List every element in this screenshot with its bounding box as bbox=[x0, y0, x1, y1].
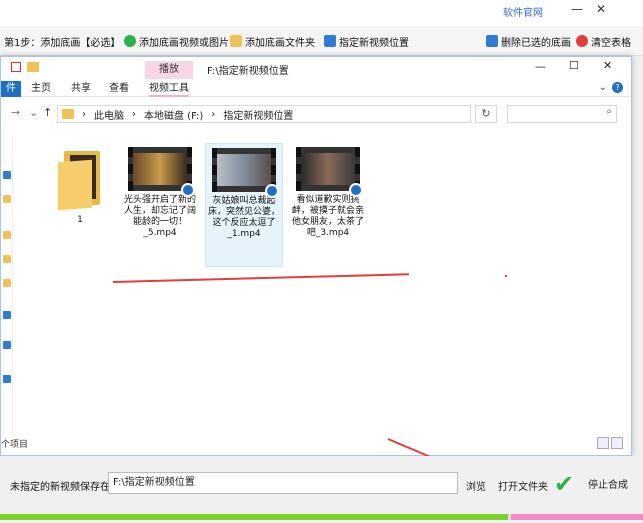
step-label: 第1步：添加底画【必选】 bbox=[4, 33, 120, 49]
progress-fill bbox=[0, 514, 508, 520]
tab-share[interactable]: 共享 bbox=[71, 81, 91, 97]
tab-file[interactable]: 件 bbox=[1, 81, 21, 97]
file-name: 灰姑娘叫总裁起床，突然见公婆，这个反应太逗了_1.mp4 bbox=[207, 196, 280, 239]
minimize-icon[interactable]: — bbox=[535, 60, 546, 73]
clear-table-button[interactable]: 清空表格 bbox=[576, 33, 631, 49]
address-bar-row: → ⌄ ↑ › 此电脑 › 本地磁盘 (F:) › 指定新视频位置 ↻ ⌕ bbox=[1, 101, 631, 127]
list-item[interactable]: 光头强开启了新的人生，却忘记了阔能龄的一切！_5.mp4 bbox=[121, 143, 199, 239]
dropdown-icon[interactable]: ⌄ bbox=[29, 106, 38, 119]
item-count: 个项目 bbox=[1, 440, 29, 450]
video-file-icon bbox=[181, 183, 195, 197]
explorer-titlebar: 播放 F:\指定新视频位置 — ☐ ✕ bbox=[1, 57, 631, 79]
back-icon[interactable]: → bbox=[11, 106, 20, 119]
video-thumbnail bbox=[296, 147, 363, 197]
details-view-icon[interactable] bbox=[597, 437, 609, 449]
nav-icon[interactable] bbox=[3, 341, 11, 349]
nav-icon[interactable] bbox=[3, 195, 11, 203]
checkbox-icon bbox=[11, 62, 21, 72]
breadcrumb-sep: › bbox=[211, 108, 216, 120]
set-location-label: 指定新视频位置 bbox=[339, 37, 409, 49]
up-icon[interactable]: ↑ bbox=[43, 106, 52, 119]
close-button[interactable]: ✕ bbox=[592, 2, 610, 20]
folder-icon bbox=[27, 62, 39, 72]
view-toggle bbox=[597, 437, 623, 449]
context-tab-play[interactable]: 播放 bbox=[145, 61, 193, 79]
add-media-label: 添加底画视频或图片 bbox=[139, 37, 229, 49]
file-name: 看似道歉实则挑衅，被摸子就会亲他女朋友，太茶了吧_3.mp4 bbox=[291, 195, 364, 238]
progress-remaining bbox=[511, 514, 643, 520]
file-name: 光头强开启了新的人生，却忘记了阔能龄的一切！_5.mp4 bbox=[123, 195, 196, 238]
add-media-button[interactable]: 添加底画视频或图片 bbox=[124, 33, 229, 49]
tab-video-tools[interactable]: 视频工具 bbox=[149, 81, 189, 97]
folder-icon bbox=[62, 109, 74, 119]
breadcrumb-sep: › bbox=[82, 108, 86, 120]
red-annotation-line bbox=[112, 273, 409, 283]
file-list: 1 光头强开启了新的人生，却忘记了阔能龄的一切！_5.mp4 灰姑娘叫总裁起床，… bbox=[41, 143, 409, 283]
step-text: 第1步：添加底画【必选】 bbox=[4, 37, 121, 49]
search-input[interactable]: ⌕ bbox=[507, 105, 617, 123]
close-icon[interactable]: ✕ bbox=[603, 59, 612, 72]
delete-icon bbox=[486, 35, 498, 47]
official-site-link[interactable]: 软件官网 bbox=[503, 4, 543, 19]
browse-button[interactable]: 浏览 bbox=[466, 478, 486, 493]
window-title: F:\指定新视频位置 bbox=[207, 66, 289, 77]
refresh-icon[interactable]: ↻ bbox=[475, 105, 497, 123]
red-dot bbox=[505, 275, 507, 277]
checkmark-icon: ✔ bbox=[554, 470, 575, 498]
nav-icon[interactable] bbox=[3, 375, 11, 383]
add-folder-label: 添加底画文件夹 bbox=[245, 37, 315, 49]
stop-merge-button[interactable]: 停止合成 bbox=[588, 476, 628, 491]
video-file-icon bbox=[349, 183, 363, 197]
delete-selected-label: 删除已选的底画 bbox=[501, 37, 571, 49]
delete-selected-button[interactable]: 删除已选的底画 bbox=[486, 33, 571, 49]
tab-home[interactable]: 主页 bbox=[31, 81, 51, 97]
save-bar: 未指定的新视频保存在: F:\指定新视频位置 浏览 打开文件夹 ✔ 停止合成 bbox=[0, 456, 643, 514]
app-toolbar: 第1步：添加底画【必选】 添加底画视频或图片 添加底画文件夹 指定新视频位置 删… bbox=[0, 26, 643, 56]
tab-view[interactable]: 查看 bbox=[109, 81, 129, 97]
clear-table-label: 清空表格 bbox=[591, 37, 631, 49]
nav-icon[interactable] bbox=[3, 279, 11, 287]
nav-icon[interactable] bbox=[3, 255, 11, 263]
breadcrumb-pc[interactable]: 此电脑 bbox=[94, 107, 124, 122]
breadcrumb-drive[interactable]: 本地磁盘 (F:) bbox=[144, 107, 203, 122]
address-box[interactable]: › 此电脑 › 本地磁盘 (F:) › 指定新视频位置 bbox=[57, 105, 471, 123]
file-name: 1 bbox=[77, 215, 83, 225]
set-location-button[interactable]: 指定新视频位置 bbox=[324, 33, 409, 49]
save-path-field[interactable]: F:\指定新视频位置 bbox=[108, 472, 458, 494]
ribbon: 件 主页 共享 查看 视频工具 ⌄ ? bbox=[1, 79, 631, 97]
file-explorer-window: 播放 F:\指定新视频位置 — ☐ ✕ 件 主页 共享 查看 视频工具 ⌄ ? … bbox=[0, 56, 632, 456]
video-thumbnail bbox=[128, 147, 195, 197]
breadcrumb-folder[interactable]: 指定新视频位置 bbox=[223, 107, 293, 122]
minimize-button[interactable]: — bbox=[568, 2, 586, 20]
save-location-label: 未指定的新视频保存在: bbox=[10, 482, 114, 493]
folder-icon bbox=[230, 35, 242, 47]
location-icon bbox=[324, 35, 336, 47]
list-item[interactable]: 1 bbox=[41, 143, 119, 226]
maximize-icon[interactable]: ☐ bbox=[569, 59, 579, 72]
video-file-icon bbox=[265, 184, 279, 198]
search-icon: ⌕ bbox=[606, 106, 612, 117]
breadcrumb-sep: › bbox=[132, 108, 136, 120]
navigation-pane bbox=[1, 135, 13, 435]
nav-icon[interactable] bbox=[3, 311, 11, 319]
video-thumbnail bbox=[212, 148, 279, 198]
open-folder-button[interactable]: 打开文件夹 bbox=[498, 478, 548, 493]
add-folder-button[interactable]: 添加底画文件夹 bbox=[230, 33, 315, 49]
add-icon bbox=[124, 35, 136, 47]
folder-icon bbox=[58, 151, 102, 211]
nav-icon[interactable] bbox=[3, 231, 11, 239]
clear-icon bbox=[576, 35, 588, 47]
progress-bar bbox=[0, 514, 643, 520]
list-item[interactable]: 灰姑娘叫总裁起床，突然见公婆，这个反应太逗了_1.mp4 bbox=[205, 143, 283, 267]
nav-icon[interactable] bbox=[3, 171, 11, 179]
large-icons-view-icon[interactable] bbox=[611, 437, 623, 449]
app-top-strip: 软件官网 — ✕ bbox=[0, 0, 643, 26]
help-icon[interactable]: ? bbox=[612, 82, 623, 93]
chevron-down-icon[interactable]: ⌄ bbox=[599, 82, 607, 93]
list-item[interactable]: 看似道歉实则挑衅，被摸子就会亲他女朋友，太茶了吧_3.mp4 bbox=[289, 143, 367, 239]
